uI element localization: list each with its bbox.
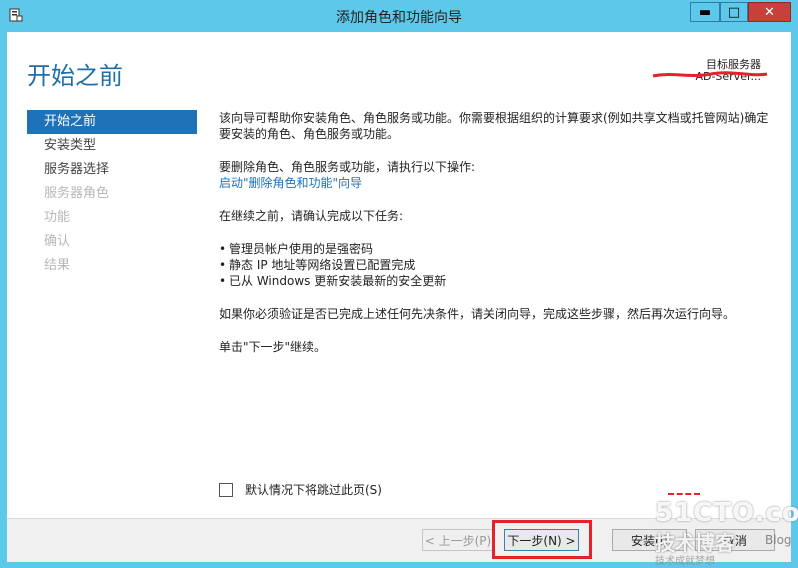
list-item: • 静态 IP 地址等网络设置已配置完成 xyxy=(219,258,416,272)
title-bar[interactable]: 添加角色和功能向导 ▬ □ ✕ xyxy=(0,0,798,32)
window-title: 添加角色和功能向导 xyxy=(336,10,462,26)
list-item: • 已从 Windows 更新安装最新的安全更新 xyxy=(219,274,447,288)
skip-page-checkbox[interactable] xyxy=(219,482,233,497)
maximize-button[interactable]: □ xyxy=(720,2,748,22)
watermark-blog: Blog xyxy=(765,533,792,547)
nav-item-confirmation: 确认 xyxy=(44,234,71,249)
page-title: 开始之前 xyxy=(27,62,123,90)
watermark-brand: 51CTO.com xyxy=(655,498,798,528)
intro-text: 该向导可帮助你安装角色、角色服务或功能。你需要根据组织的计算要求(例如共享文档或… xyxy=(219,111,769,141)
task-text: 静态 IP 地址等网络设置已配置完成 xyxy=(229,258,416,272)
skip-page-label[interactable]: 默认情况下将跳过此页(S) xyxy=(245,481,382,498)
close-button[interactable]: ✕ xyxy=(748,2,791,22)
nav-item-server-selection[interactable]: 服务器选择 xyxy=(27,158,197,182)
confirm-prompt: 在继续之前，请确认完成以下任务: xyxy=(219,209,404,223)
nav-item-before-you-begin[interactable]: 开始之前 xyxy=(27,110,197,134)
remove-roles-link[interactable]: 启动"删除角色和功能"向导 xyxy=(219,175,779,191)
nav-item-server-roles: 服务器角色 xyxy=(44,186,110,201)
verify-text: 如果你必须验证是否已完成上述任何先决条件，请关闭向导，完成这些步骤，然后再次运行… xyxy=(219,307,736,321)
task-text: 管理员帐户使用的是强密码 xyxy=(229,242,374,256)
remove-section: 要删除角色、角色服务或功能，请执行以下操作: 启动"删除角色和功能"向导 xyxy=(219,159,779,191)
prereq-list: • 管理员帐户使用的是强密码 • 静态 IP 地址等网络设置已配置完成 • 已从 Wi… xyxy=(219,241,779,289)
continue-text: 单击"下一步"继续。 xyxy=(219,340,327,354)
nav-item-results: 结果 xyxy=(44,258,71,273)
task-text: 已从 Windows 更新安装最新的安全更新 xyxy=(229,274,447,288)
wizard-nav: 开始之前 安装类型 服务器选择 服务器角色 功能 确认 结果 xyxy=(27,110,197,278)
remove-prompt: 要删除角色、角色服务或功能，请执行以下操作: xyxy=(219,160,476,174)
next-button-highlight xyxy=(492,520,592,559)
watermark-tag: 技术成就梦想 xyxy=(655,556,715,567)
nav-item-features: 功能 xyxy=(44,210,71,225)
redaction-scribble xyxy=(652,71,768,78)
wizard-client-area: 开始之前 目标服务器 AD-Server... 开始之前 安装类型 服务器选择 … xyxy=(7,32,791,562)
wizard-window: 添加角色和功能向导 ▬ □ ✕ 开始之前 目标服务器 AD-Server... … xyxy=(0,0,798,568)
wizard-content: 该向导可帮助你安装角色、角色服务或功能。你需要根据组织的计算要求(例如共享文档或… xyxy=(219,110,779,372)
nav-item-installation-type[interactable]: 安装类型 xyxy=(27,134,197,158)
minimize-button[interactable]: ▬ xyxy=(690,2,720,22)
list-item: • 管理员帐户使用的是强密码 xyxy=(219,242,374,256)
previous-button: < 上一步(P) xyxy=(422,529,494,551)
skip-page-option[interactable]: 默认情况下将跳过此页(S) xyxy=(219,481,382,498)
